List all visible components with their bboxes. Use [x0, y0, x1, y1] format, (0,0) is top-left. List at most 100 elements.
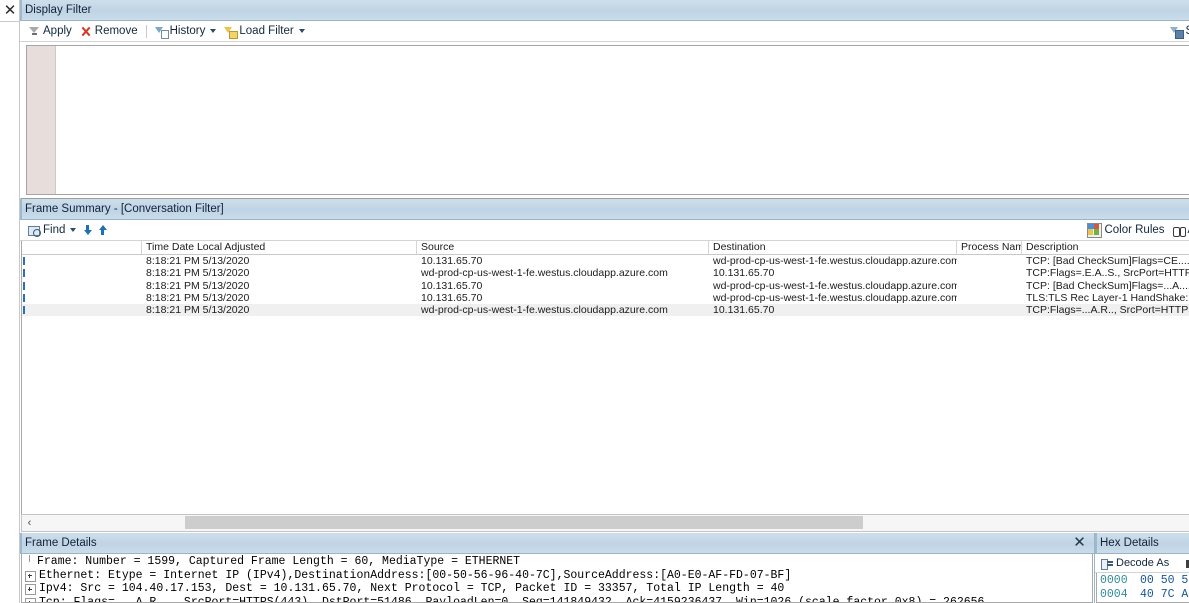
width-button[interactable]: Width: [1181, 554, 1189, 572]
cell-time: 8:18:21 PM 5/13/2020: [146, 304, 250, 317]
find-button[interactable]: Find: [24, 221, 80, 239]
column-header-destination[interactable]: Destination: [709, 241, 957, 254]
expand-plus-icon[interactable]: [25, 570, 36, 582]
hex-offset: 0000: [1100, 574, 1128, 587]
frame-summary-toolbar-left: Find: [24, 221, 110, 239]
expand-plus-icon[interactable]: [25, 597, 36, 602]
cell-time: 8:18:21 PM 5/13/2020: [146, 267, 250, 280]
cell-process: [957, 255, 1022, 267]
column-header-time-date-local-adjusted[interactable]: Time Date Local Adjusted: [142, 241, 417, 254]
cell-destination: wd-prod-cp-us-west-1-fe.westus.cloudapp.…: [713, 279, 957, 292]
frame-summary-title-bar: Frame Summary - [Conversation Filter] ✕: [20, 199, 1189, 220]
binoculars-icon: [1173, 224, 1187, 237]
cell-destination: 10.131.65.70: [713, 267, 775, 280]
find-previous-icon[interactable]: [98, 224, 107, 236]
title-accent: [1095, 533, 1097, 553]
hex-row[interactable]: 000000 50 56 96. P V: [1097, 574, 1189, 588]
frame-summary-toolbar-right: Color Rules Aliases Columns: [1083, 220, 1189, 240]
title-accent: [20, 533, 22, 553]
table-row[interactable]: 8:18:21 PM 5/13/2020 10.131.65.70 wd-prod-…: [22, 255, 1189, 267]
chevron-down-icon[interactable]: [210, 29, 217, 33]
frame-summary-title: Frame Summary - [Conversation Filter]: [25, 203, 224, 215]
display-filter-toolbar-right: Save Filter Clear Text: [1166, 21, 1189, 41]
toolbar-separator: [145, 24, 147, 38]
frame-details-line[interactable]: Ipv4: Src = 104.40.17.153, Dest = 10.131…: [22, 582, 1092, 596]
row-marker-icon: [23, 293, 25, 302]
filter-expression-input[interactable]: [56, 46, 1189, 194]
chevron-down-icon[interactable]: [70, 228, 77, 232]
cell-process: [957, 304, 1022, 316]
scrollbar-thumb[interactable]: [185, 516, 863, 529]
apply-filter-button[interactable]: Apply: [24, 22, 76, 40]
frame-details-title-bar: Frame Details ✕: [20, 533, 1094, 554]
left-strip-close-icon[interactable]: ✕: [2, 3, 18, 19]
frame-details-text: Ethernet: Etype = Internet IP (IPv4),Des…: [39, 568, 792, 582]
main-column: Display Filter ✕ Apply Remove History: [20, 0, 1189, 603]
decode-as-button[interactable]: Decode As: [1097, 554, 1173, 572]
cell-source: wd-prod-cp-us-west-1-fe.westus.cloudapp.…: [421, 267, 668, 280]
color-rules-label: Color Rules: [1104, 224, 1165, 236]
hex-details-pane: Hex Details ✕ Decode As Width Prot Off: …: [1094, 533, 1189, 603]
frame-details-close-icon[interactable]: ✕: [1071, 534, 1088, 551]
hex-row[interactable]: 000440 7C A0 E0@ | à: [1097, 588, 1189, 602]
row-marker-icon: [23, 306, 25, 315]
frame-details-line[interactable]: Frame: Number = 1599, Captured Frame Len…: [22, 555, 1092, 569]
cell-blank: [22, 292, 142, 304]
bottom-panes: Frame Details ✕ Frame: Number = 1599, Ca…: [20, 533, 1189, 603]
frame-summary-toolbar: Find Color Rules Aliases: [20, 220, 1189, 241]
display-filter-toolbar: Apply Remove History Load Filter: [20, 21, 1189, 42]
cell-source: wd-prod-cp-us-west-1-fe.westus.cloudapp.…: [421, 304, 668, 317]
cell-destination: wd-prod-cp-us-west-1-fe.westus.cloudapp.…: [713, 291, 957, 304]
chevron-down-icon[interactable]: [298, 29, 305, 33]
decode-as-icon: [1101, 557, 1114, 570]
history-funnel-icon: [154, 25, 169, 39]
frame-summary-column-headers: Time Date Local Adjusted Source Destinatio…: [22, 241, 1189, 255]
table-row[interactable]: 8:18:21 PM 5/13/2020 10.131.65.70 wd-prod-…: [22, 280, 1189, 292]
remove-filter-button[interactable]: Remove: [76, 22, 142, 40]
frame-details-tree[interactable]: Frame: Number = 1599, Captured Frame Len…: [21, 554, 1093, 603]
frame-details-line[interactable]: Tcp: Flags=...A.R.., SrcPort=HTTPS(443),…: [22, 596, 1092, 602]
column-header-process-name[interactable]: Process Name: [957, 241, 1022, 254]
scroll-left-arrow-icon[interactable]: ‹: [22, 516, 37, 530]
cell-blank: [22, 255, 142, 267]
save-filter-label: Save Filter: [1185, 25, 1189, 37]
frame-summary-rows[interactable]: 8:18:21 PM 5/13/2020 10.131.65.70 wd-prod-…: [22, 255, 1189, 514]
load-filter-button[interactable]: Load Filter: [220, 22, 308, 40]
apply-filter-label: Apply: [43, 25, 72, 37]
cell-process: [957, 280, 1022, 292]
color-rules-button[interactable]: Color Rules: [1083, 221, 1168, 239]
cell-blank: [22, 267, 142, 279]
cell-blank: [22, 304, 142, 316]
funnel-apply-icon: [28, 25, 41, 38]
find-label: Find: [43, 224, 66, 236]
hex-dump[interactable]: 000000 50 56 96. P V000440 7C A0 E0@ | à…: [1096, 573, 1189, 603]
load-funnel-icon: [224, 25, 239, 39]
table-row[interactable]: 8:18:21 PM 5/13/2020 wd-prod-cp-us-west-1…: [22, 304, 1189, 317]
cell-source: 10.131.65.70: [421, 255, 483, 267]
column-header-description[interactable]: Description: [1022, 241, 1189, 254]
find-next-icon[interactable]: [83, 224, 92, 236]
aliases-button[interactable]: Aliases: [1169, 221, 1189, 239]
table-row[interactable]: 8:18:21 PM 5/13/2020 wd-prod-cp-us-west-1…: [22, 267, 1189, 279]
remove-x-icon: [80, 25, 93, 38]
save-filter-button[interactable]: Save Filter: [1166, 22, 1189, 40]
frame-details-text: Ipv4: Src = 104.40.17.153, Dest = 10.131…: [39, 582, 785, 596]
frame-details-title: Frame Details: [25, 537, 97, 549]
row-marker-icon: [23, 269, 25, 278]
column-header-source[interactable]: Source: [417, 241, 709, 254]
frame-summary-pane: Frame Summary - [Conversation Filter] ✕ …: [20, 199, 1189, 533]
frame-summary-grid: Time Date Local Adjusted Source Destinatio…: [21, 241, 1189, 514]
table-row[interactable]: 8:18:21 PM 5/13/2020 10.131.65.70 wd-prod-…: [22, 292, 1189, 304]
frame-summary-horizontal-scrollbar[interactable]: ‹ ›: [21, 514, 1189, 532]
cell-time: 8:18:21 PM 5/13/2020: [146, 279, 250, 292]
column-header-blank[interactable]: [22, 241, 142, 254]
expand-plus-icon[interactable]: [25, 584, 36, 596]
find-icon: [28, 224, 41, 237]
cell-process: [957, 267, 1022, 279]
tree-leaf-icon: [25, 555, 34, 566]
history-button[interactable]: History: [151, 22, 221, 40]
cell-source: 10.131.65.70: [421, 279, 483, 292]
frame-details-line[interactable]: Ethernet: Etype = Internet IP (IPv4),Des…: [22, 569, 1092, 583]
title-accent: [20, 0, 22, 20]
cell-source: 10.131.65.70: [421, 291, 483, 304]
